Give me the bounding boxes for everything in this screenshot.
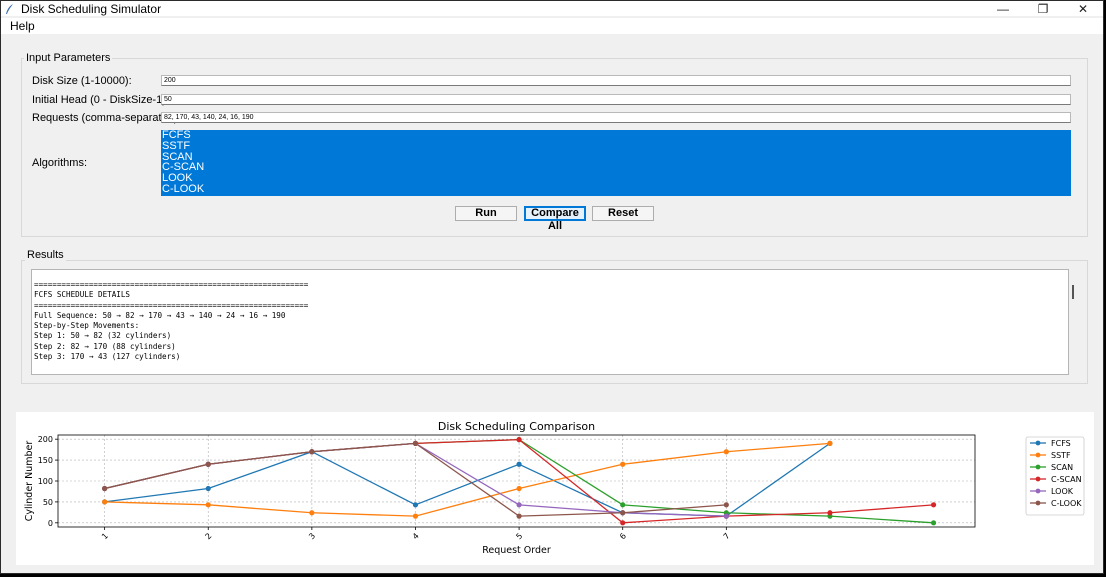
data-point-sstf (620, 461, 626, 467)
y-tick-label: 100 (38, 477, 53, 486)
x-tick-label: 2 (204, 531, 214, 541)
results-line: ========================================… (34, 300, 309, 310)
legend-label: SSTF (1051, 451, 1071, 460)
data-point-c-look (620, 510, 626, 516)
minimize-icon[interactable]: — (983, 1, 1023, 16)
legend-marker (1035, 464, 1041, 470)
initial-head-label: Initial Head (0 - DiskSize-1): (32, 94, 169, 106)
data-point-c-scan (620, 520, 626, 526)
input-parameters-label: Input Parameters (24, 52, 113, 64)
data-point-look (516, 502, 522, 508)
data-point-look (723, 513, 729, 519)
compare-all-button[interactable]: Compare All (524, 206, 586, 232)
data-point-sstf (205, 502, 211, 508)
x-tick-label: 1 (100, 531, 110, 541)
algorithm-item-c-look[interactable]: C-LOOK (161, 184, 1071, 195)
data-point-sstf (723, 449, 729, 455)
data-point-sstf (827, 440, 833, 446)
legend-marker (1035, 452, 1041, 458)
data-point-c-scan (930, 502, 937, 508)
disk-size-label: Disk Size (1-10000): (32, 75, 132, 87)
algorithm-item-fcfs[interactable]: FCFS (161, 130, 1071, 141)
title-bar: Disk Scheduling Simulator — ❐ ✕ (1, 1, 1103, 16)
data-point-c-look (102, 485, 108, 492)
data-point-sstf (102, 499, 108, 505)
data-point-c-look (723, 502, 729, 508)
legend-marker (1035, 440, 1041, 446)
x-tick-label: 6 (618, 531, 628, 541)
data-point-fcfs (516, 461, 522, 467)
run-button[interactable]: Run (455, 206, 517, 221)
disk-size-input[interactable]: 200 (161, 75, 1071, 86)
chart-panel: 1 2 3 4 5 6 7 0 50 100 150 200 Disk Scheduling Compa… (16, 412, 1094, 565)
legend-label: C-LOOK (1051, 499, 1082, 508)
data-point-c-look (516, 513, 522, 519)
x-axis-label: Request Order (482, 545, 551, 556)
data-point-sstf (412, 513, 419, 519)
results-line: Full Sequence: 50 → 82 → 170 → 43 → 140 … (34, 310, 286, 320)
x-tick-label: 3 (307, 531, 317, 541)
data-point-fcfs (412, 502, 419, 508)
chart-title: Disk Scheduling Comparison (438, 420, 595, 433)
results-line: FCFS SCHEDULE DETAILS (34, 290, 131, 300)
results-textarea[interactable]: ========================================… (31, 269, 1069, 375)
data-point-c-look (205, 461, 211, 467)
data-point-c-look (309, 449, 315, 455)
data-point-sstf (516, 485, 522, 492)
data-point-sstf (309, 510, 315, 516)
requests-label: Requests (comma-separated): (32, 112, 181, 124)
x-tick-label: 5 (514, 531, 524, 541)
data-point-c-scan (827, 510, 833, 516)
legend-marker (1035, 500, 1041, 506)
algorithm-item-sstf[interactable]: SSTF (161, 140, 1071, 152)
results-line: Step-by-Step Movements: (34, 321, 140, 331)
legend-label: FCFS (1051, 439, 1071, 448)
y-tick-label: 200 (38, 435, 53, 444)
legend-label: SCAN (1051, 463, 1073, 472)
comparison-chart: 1 2 3 4 5 6 7 0 50 100 150 200 Disk Scheduling Compa… (24, 420, 1085, 556)
data-point-c-scan (516, 437, 522, 443)
data-point-scan (620, 502, 626, 508)
legend-marker (1035, 488, 1041, 494)
x-tick-label: 4 (411, 531, 421, 541)
restore-icon[interactable]: ❐ (1023, 1, 1063, 16)
initial-head-input[interactable]: 50 (161, 94, 1071, 105)
results-label: Results (25, 249, 66, 261)
algorithms-label: Algorithms: (32, 157, 88, 169)
legend-label: LOOK (1051, 487, 1074, 496)
results-line: Step 1: 50 → 82 (32 cylinders) (34, 331, 172, 341)
app-window: Disk Scheduling Simulator — ❐ ✕ Help Inp… (0, 0, 1104, 574)
data-point-c-look (412, 440, 419, 446)
results-line: ========================================… (34, 280, 309, 289)
menu-help[interactable]: Help (10, 19, 35, 33)
data-point-fcfs (205, 485, 211, 492)
algorithm-item-look[interactable]: LOOK (161, 173, 1071, 184)
close-icon[interactable]: ✕ (1063, 1, 1103, 16)
results-line: Step 2: 82 → 170 (88 cylinders) (34, 341, 176, 351)
y-tick-label: 50 (43, 498, 53, 507)
results-line: Step 3: 170 → 43 (127 cylinders) (34, 352, 181, 362)
data-point-scan (930, 520, 937, 526)
feather-icon (6, 3, 13, 14)
reset-button[interactable]: Reset (592, 206, 654, 221)
y-tick-label: 0 (48, 519, 53, 528)
menu-bar: Help (1, 18, 1103, 34)
algorithm-item-scan[interactable]: SCAN (161, 151, 1071, 163)
x-tick-label: 7 (722, 531, 732, 541)
legend-label: C-SCAN (1051, 475, 1082, 484)
y-axis-label: Cylinder Number (24, 441, 35, 522)
legend-marker (1035, 476, 1041, 482)
algorithms-listbox[interactable]: FCFS SSTF SCAN C-SCAN LOOK C-LOOK (161, 130, 1071, 196)
requests-input[interactable]: 82, 170, 43, 140, 24, 16, 190 (161, 112, 1071, 123)
results-scrollbar[interactable] (1072, 285, 1074, 299)
algorithm-item-c-scan[interactable]: C-SCAN (161, 162, 1071, 173)
window-title: Disk Scheduling Simulator (21, 1, 162, 16)
y-tick-label: 150 (38, 456, 53, 465)
